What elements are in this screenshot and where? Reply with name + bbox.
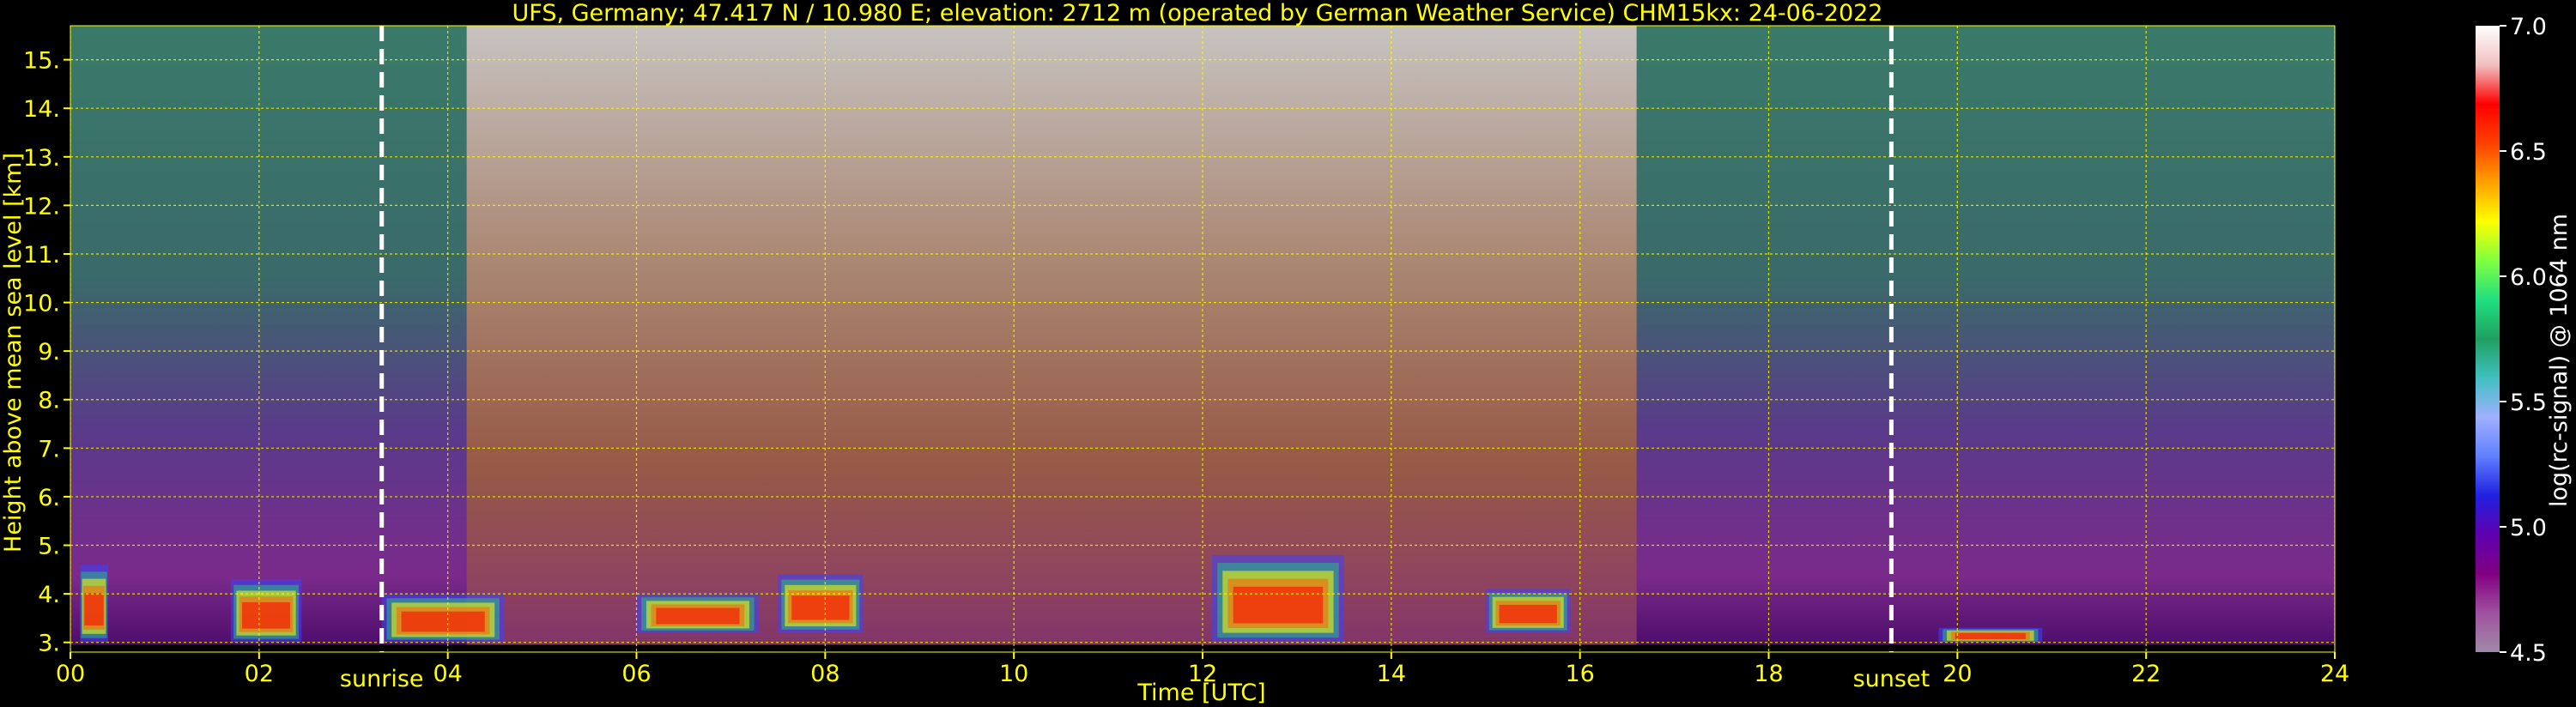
- y-tick-label: 4.: [38, 582, 60, 608]
- chart-title: UFS, Germany; 47.417 N / 10.980 E; eleva…: [512, 0, 1883, 27]
- y-tick-label: 15.: [23, 48, 60, 75]
- colorbar-tick-label: 7.0: [2510, 14, 2547, 40]
- marker-labels: sunrise sunset: [340, 666, 1930, 692]
- y-tick-label: 10.: [23, 291, 60, 317]
- y-tick-label: 14.: [23, 96, 60, 123]
- plot-area: [70, 26, 2335, 652]
- cloud-layer: [636, 594, 760, 633]
- cloud-band: [84, 593, 104, 625]
- y-tick-label: 13.: [23, 145, 60, 172]
- cloud-band: [1955, 632, 2026, 639]
- x-tick-label: 22: [2131, 661, 2161, 687]
- y-tick-label: 7.: [38, 436, 60, 462]
- x-tick-label: 00: [56, 661, 85, 687]
- x-tick-label: 08: [810, 661, 839, 687]
- cloud-band: [401, 611, 485, 632]
- y-tick-label: 12.: [23, 193, 60, 220]
- y-tick-label: 8.: [38, 388, 60, 414]
- y-axis-label: Height above mean sea level [km]: [0, 153, 27, 553]
- cloud-layer: [230, 579, 302, 643]
- y-tick-label: 6.: [38, 485, 60, 511]
- x-tick-label: 18: [1754, 661, 1783, 687]
- colorbar-tick-label: 4.5: [2510, 640, 2547, 667]
- colorbar-label: log(rc-signal) @ 1064 nm: [2546, 214, 2573, 507]
- colorbar: [2476, 26, 2500, 652]
- x-tick-label: 20: [1943, 661, 1972, 687]
- cloud-band: [1233, 586, 1324, 624]
- cloud-layer: [1211, 554, 1344, 643]
- colorbar-tick-label: 5.5: [2510, 390, 2547, 416]
- y-tick-label: 3.: [38, 631, 60, 657]
- cloud-layer: [381, 594, 505, 643]
- y-tick-label: 5.: [38, 534, 60, 560]
- x-tick-label: 16: [1565, 661, 1594, 687]
- colorbar-tick-label: 6.0: [2510, 264, 2547, 291]
- x-tick-label: 10: [999, 661, 1028, 687]
- y-tick-label: 9.: [38, 339, 60, 366]
- cloud-band: [656, 607, 740, 625]
- cloud-band: [1499, 604, 1557, 624]
- x-tick-label: 24: [2320, 661, 2349, 687]
- y-axis: 3. 4. 5. 6. 7. 8. 9. 10. 11. 12. 13. 14. 15.: [23, 48, 70, 657]
- cloud-layer: [79, 565, 108, 643]
- colorbar-ticks: 4.5 5.0 5.5 6.0 6.5 7.0: [2500, 14, 2547, 667]
- y-tick-label: 11.: [23, 242, 60, 269]
- cloud-layer: [1938, 627, 2043, 643]
- cloud-layer: [1485, 589, 1571, 633]
- colorbar-tick-label: 6.5: [2510, 139, 2547, 166]
- sunset-label: sunset: [1853, 666, 1930, 692]
- x-tick-label: 14: [1377, 661, 1406, 687]
- x-tick-label: 02: [245, 661, 274, 687]
- x-axis-label: Time [UTC]: [1136, 680, 1265, 706]
- cloud-band: [791, 595, 850, 620]
- cloud-band: [242, 601, 291, 629]
- x-tick-label: 04: [433, 661, 462, 687]
- cloud-layer: [778, 574, 864, 633]
- sunrise-label: sunrise: [340, 666, 424, 692]
- x-tick-label: 06: [621, 661, 651, 687]
- colorbar-tick-label: 5.0: [2510, 515, 2547, 541]
- ceilometer-figure: UFS, Germany; 47.417 N / 10.980 E; eleva…: [0, 0, 2573, 706]
- heatmap-day-signal: [466, 26, 1637, 652]
